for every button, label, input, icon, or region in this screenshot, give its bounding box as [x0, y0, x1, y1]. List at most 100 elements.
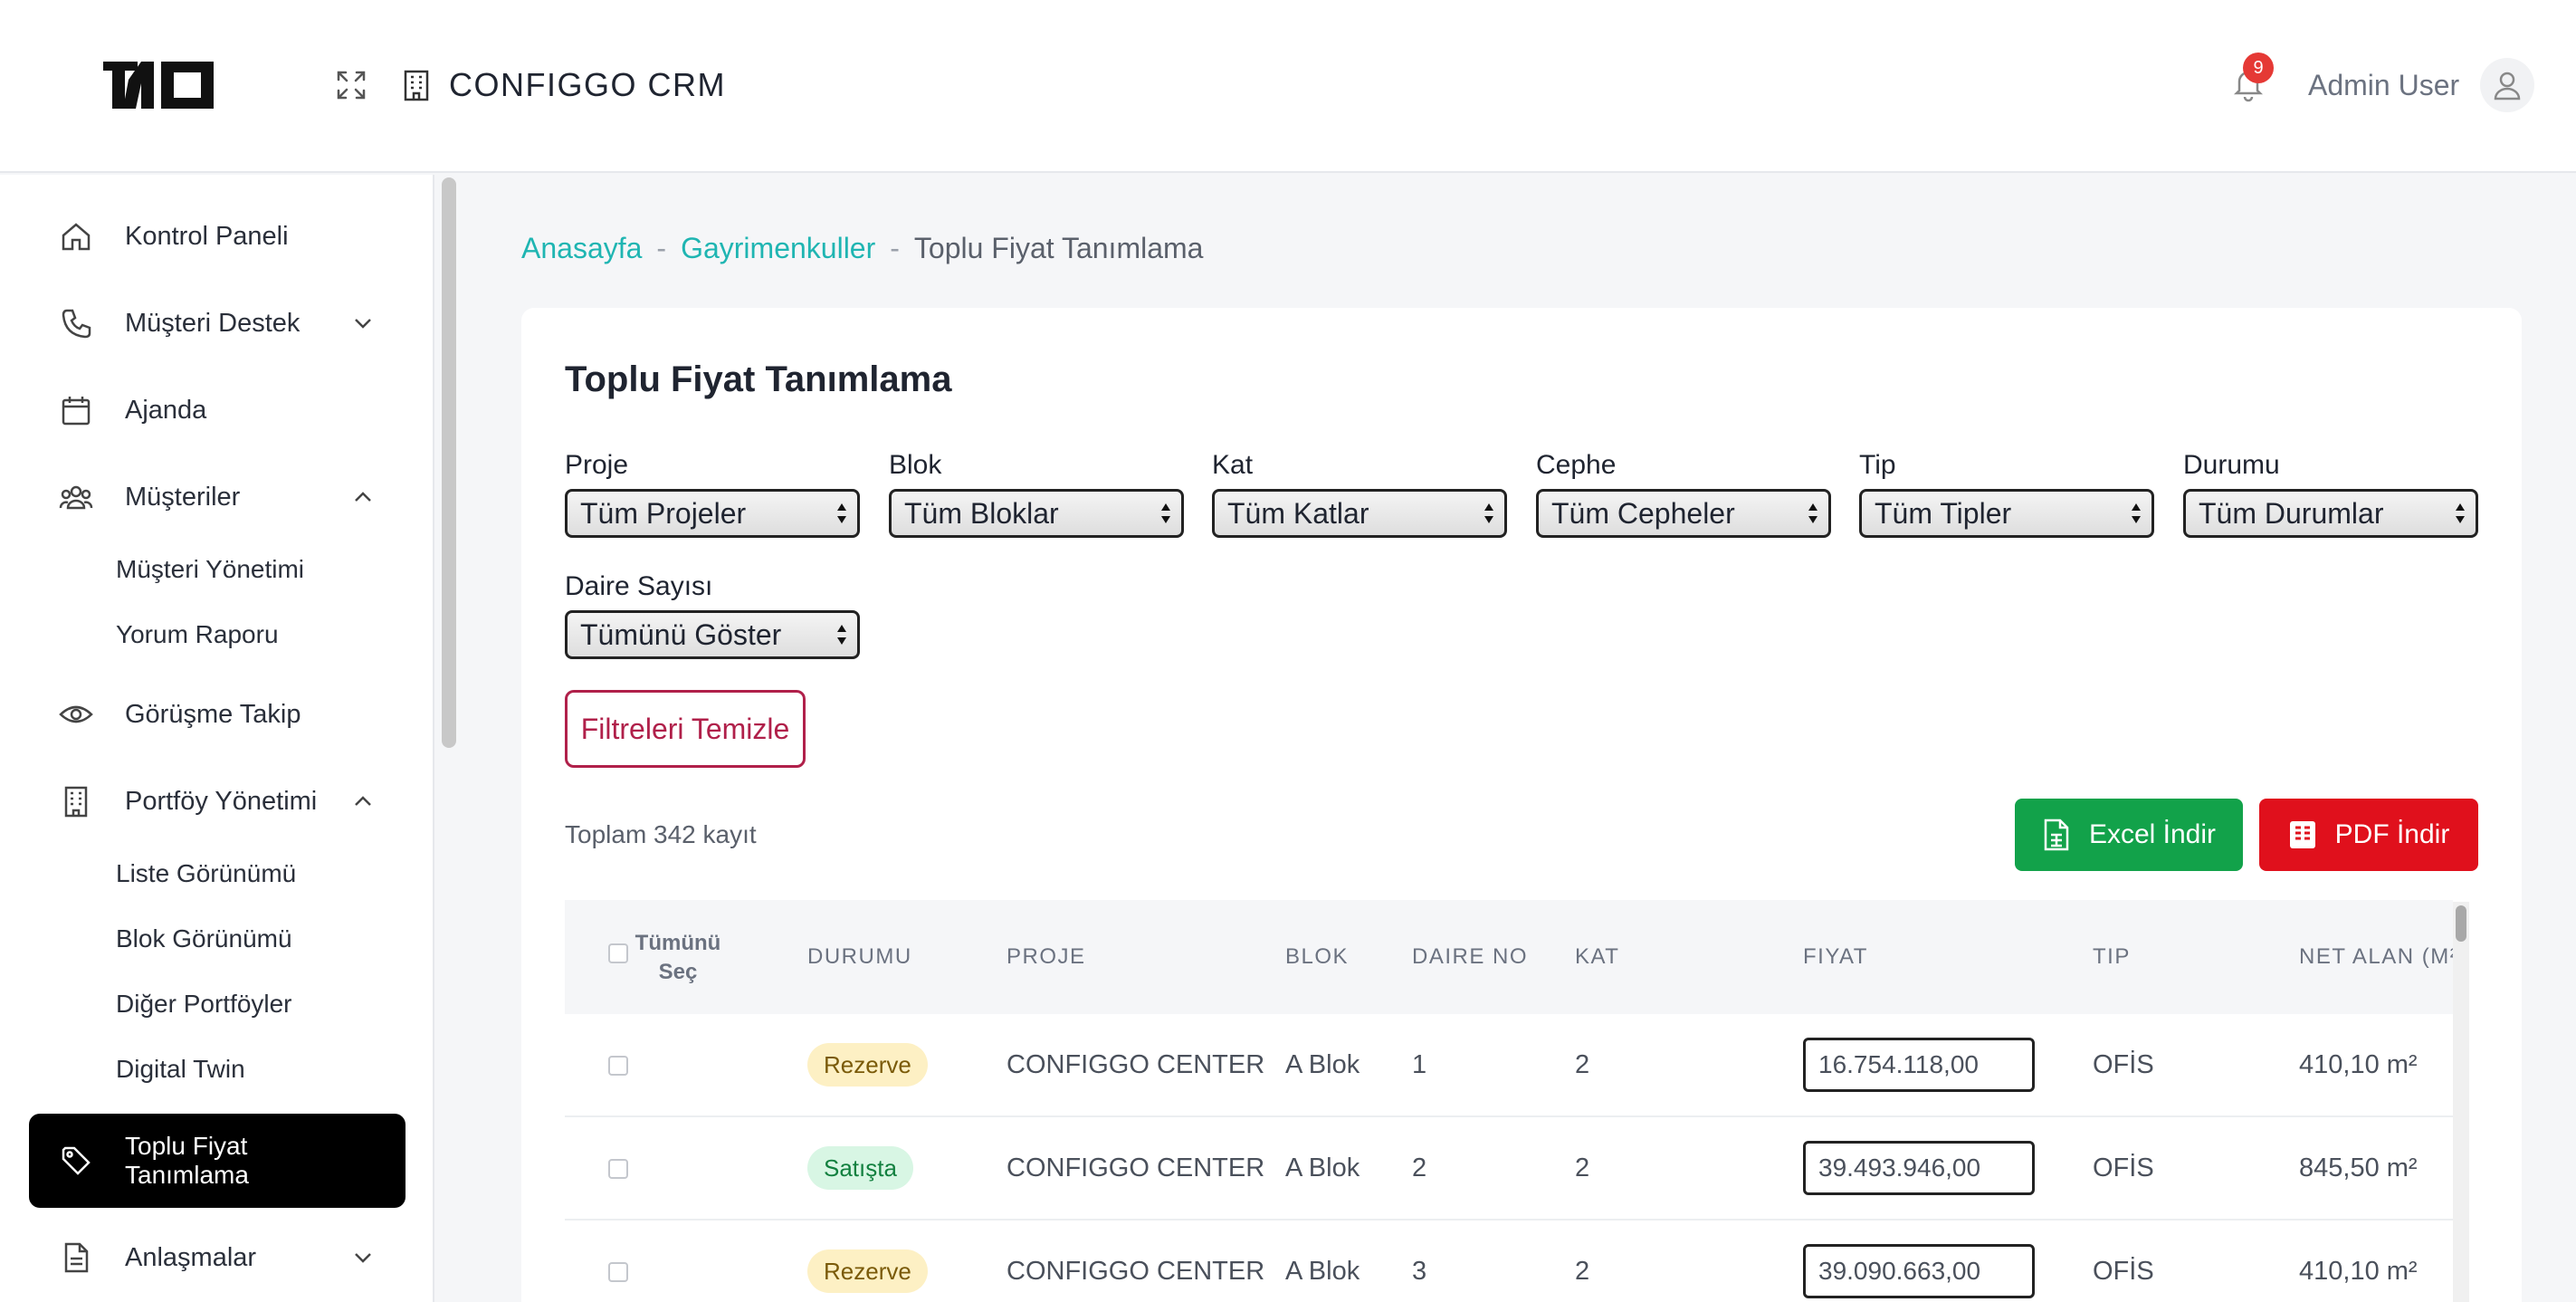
- filter-label-floor: Kat: [1212, 450, 1254, 480]
- cell-net-area: 845,50 m²: [2299, 1154, 2418, 1182]
- column-header-net-area[interactable]: NET ALAN (M²: [2299, 943, 2453, 971]
- cell-type: OFİS: [2093, 1257, 2154, 1286]
- cell-floor: 2: [1575, 1050, 1590, 1079]
- chevron-up-icon[interactable]: [349, 483, 377, 511]
- sidebar-item-label: Müşteriler: [125, 483, 241, 512]
- cell-project: CONFIGGO CENTER: [1007, 1050, 1265, 1079]
- sidebar-item-agenda[interactable]: Ajanda: [29, 374, 405, 446]
- company-logo[interactable]: [101, 60, 215, 110]
- type-select[interactable]: Tüm Tipler: [1859, 489, 2154, 538]
- select-arrows-icon: [2456, 503, 2465, 523]
- column-header-status[interactable]: DURUMU: [807, 943, 912, 971]
- table-scrollbar-thumb[interactable]: [2456, 905, 2466, 942]
- sidebar-scrollbar[interactable]: [442, 177, 456, 748]
- sidebar-subitem-list-view[interactable]: Liste Görünümü: [116, 856, 296, 892]
- select-arrows-icon: [837, 625, 846, 645]
- select-arrows-icon: [1161, 503, 1170, 523]
- sidebar-subitem-customer-management[interactable]: Müşteri Yönetimi: [116, 551, 304, 588]
- cell-block: A Blok: [1285, 1050, 1360, 1079]
- table-scrollbar[interactable]: [2453, 902, 2469, 1302]
- tag-icon: [58, 1143, 94, 1179]
- sidebar-item-portfolio-management[interactable]: Portföy Yönetimi: [29, 765, 405, 838]
- sidebar-subitem-comment-report[interactable]: Yorum Raporu: [116, 617, 279, 653]
- unit-count-select-value: Tümünü Göster: [580, 618, 782, 651]
- table-row: Satışta CONFIGGO CENTER A Blok 2 2 39.49…: [565, 1117, 2453, 1221]
- cell-net-area: 410,10 m²: [2299, 1050, 2418, 1079]
- cell-unit-no: 1: [1412, 1050, 1427, 1079]
- table-row: Rezerve CONFIGGO CENTER A Blok 1 2 16.75…: [565, 1014, 2453, 1117]
- floor-select-value: Tüm Katlar: [1227, 497, 1369, 530]
- calendar-icon: [58, 392, 94, 428]
- unit-count-select[interactable]: Tümünü Göster: [565, 610, 860, 659]
- filter-label-block: Blok: [889, 450, 942, 480]
- chevron-down-icon[interactable]: [349, 310, 377, 337]
- breadcrumb-current: Toplu Fiyat Tanımlama: [913, 232, 1204, 264]
- document-icon: [58, 1240, 94, 1276]
- excel-download-label: Excel İndir: [2088, 819, 2217, 849]
- breadcrumb-separator: -: [890, 232, 900, 264]
- cell-unit-no: 3: [1412, 1257, 1427, 1286]
- column-header-floor[interactable]: KAT: [1575, 943, 1619, 971]
- status-select[interactable]: Tüm Durumlar: [2183, 489, 2478, 538]
- select-arrows-icon: [1484, 503, 1493, 523]
- cell-type: OFİS: [2093, 1154, 2154, 1182]
- row-checkbox[interactable]: [608, 1159, 628, 1179]
- total-records: Toplam 342 kayıt: [565, 820, 757, 848]
- floor-select[interactable]: Tüm Katlar: [1212, 489, 1507, 538]
- pdf-download-label: PDF İndir: [2334, 819, 2450, 849]
- user-icon: [2494, 72, 2521, 101]
- user-name[interactable]: Admin User: [2308, 65, 2459, 105]
- sidebar-item-label: Kontrol Paneli: [125, 222, 289, 251]
- filter-label-type: Tip: [1859, 450, 1896, 480]
- building-icon: [58, 783, 94, 819]
- clear-filters-button[interactable]: Filtreleri Temizle: [565, 690, 806, 768]
- price-input[interactable]: 39.090.663,00: [1803, 1244, 2035, 1298]
- project-select[interactable]: Tüm Projeler: [565, 489, 860, 538]
- project-select-value: Tüm Projeler: [580, 497, 747, 530]
- sidebar-subitem-block-view[interactable]: Blok Görünümü: [116, 921, 292, 957]
- column-header-type[interactable]: TIP: [2093, 943, 2131, 971]
- column-header-block[interactable]: BLOK: [1285, 943, 1349, 971]
- pdf-download-button[interactable]: PDF İndir: [2259, 799, 2478, 871]
- sidebar-item-agreements[interactable]: Anlaşmalar: [29, 1221, 405, 1294]
- sidebar-item-meeting-tracking[interactable]: Görüşme Takip: [29, 678, 405, 751]
- column-header-price[interactable]: FIYAT: [1803, 943, 1868, 971]
- block-select-value: Tüm Bloklar: [904, 497, 1059, 530]
- home-icon: [58, 218, 94, 254]
- row-checkbox[interactable]: [608, 1262, 628, 1282]
- column-header-project[interactable]: PROJE: [1007, 943, 1086, 971]
- app-title: CONFIGGO CRM: [449, 66, 726, 103]
- sidebar-item-customers[interactable]: Müşteriler: [29, 461, 405, 533]
- cell-project: CONFIGGO CENTER: [1007, 1154, 1265, 1182]
- price-input[interactable]: 39.493.946,00: [1803, 1141, 2035, 1195]
- sidebar-item-label: Görüşme Takip: [125, 700, 301, 729]
- excel-download-button[interactable]: Excel İndir: [2015, 799, 2243, 871]
- sidebar-item-dashboard[interactable]: Kontrol Paneli: [29, 200, 405, 273]
- sidebar-subitem-other-portfolios[interactable]: Diğer Portföyler: [116, 986, 292, 1022]
- avatar[interactable]: [2480, 58, 2534, 112]
- fullscreen-icon[interactable]: [333, 67, 369, 103]
- top-header: CONFIGGO CRM 9 Admin User: [0, 0, 2576, 173]
- select-all-label[interactable]: Tümünü Seç: [628, 929, 728, 987]
- sidebar-item-label: Toplu Fiyat Tanımlama: [125, 1132, 249, 1189]
- sidebar-item-bulk-pricing[interactable]: Toplu Fiyat Tanımlama: [29, 1114, 405, 1208]
- sidebar-item-customer-support[interactable]: Müşteri Destek: [29, 287, 405, 359]
- column-header-unit-no[interactable]: DAIRE NO: [1412, 943, 1528, 971]
- block-select[interactable]: Tüm Bloklar: [889, 489, 1184, 538]
- select-all-checkbox[interactable]: [608, 943, 628, 963]
- filter-label-project: Proje: [565, 450, 629, 480]
- filter-label-facade: Cephe: [1536, 450, 1617, 480]
- table-header: Tümünü Seç DURUMU PROJE BLOK DAIRE NO KA…: [565, 900, 2453, 1014]
- pricing-table: Tümünü Seç DURUMU PROJE BLOK DAIRE NO KA…: [565, 900, 2453, 1302]
- breadcrumb-real-estate[interactable]: Gayrimenkuller: [681, 230, 875, 266]
- chevron-down-icon[interactable]: [349, 1244, 377, 1271]
- cell-net-area: 410,10 m²: [2299, 1257, 2418, 1286]
- chevron-up-icon[interactable]: [349, 788, 377, 815]
- sidebar-subitem-digital-twin[interactable]: Digital Twin: [116, 1051, 245, 1087]
- eye-icon: [58, 696, 94, 732]
- breadcrumb-home[interactable]: Anasayfa: [521, 230, 642, 266]
- row-checkbox[interactable]: [608, 1056, 628, 1076]
- sidebar-item-label: Müşteri Destek: [125, 309, 301, 338]
- facade-select[interactable]: Tüm Cepheler: [1536, 489, 1831, 538]
- price-input[interactable]: 16.754.118,00: [1803, 1038, 2035, 1092]
